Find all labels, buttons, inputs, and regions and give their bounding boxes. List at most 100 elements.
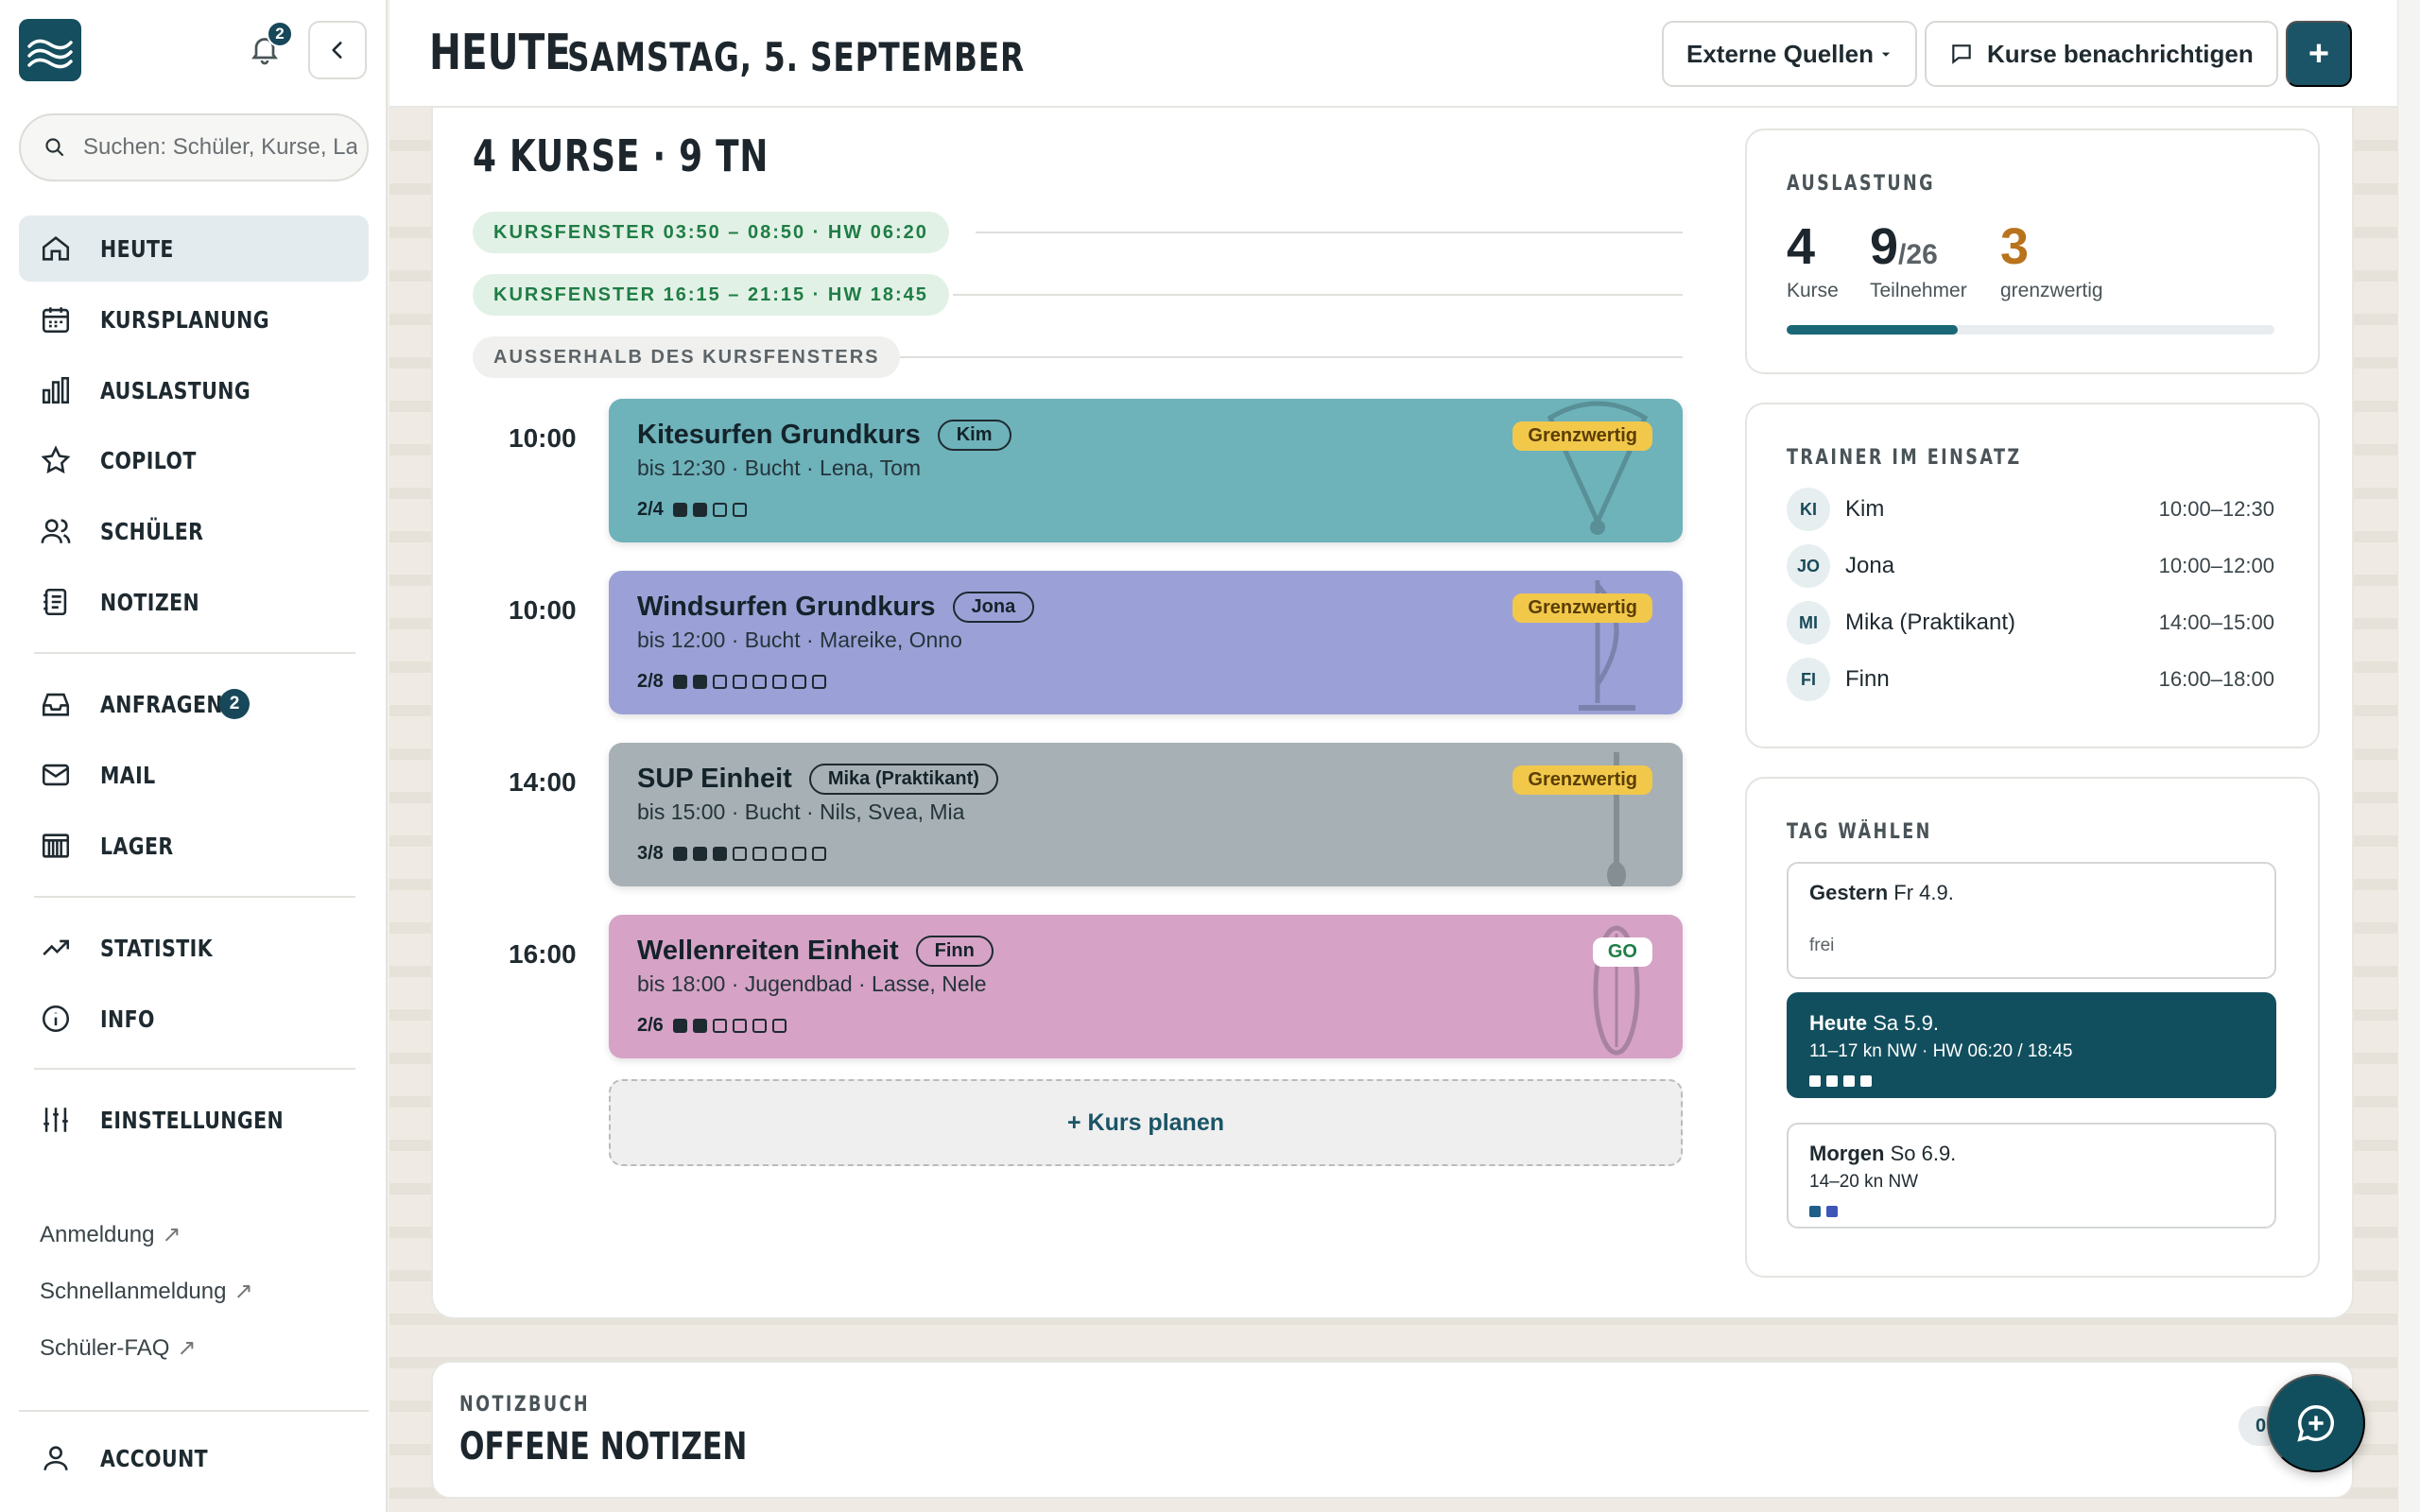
nav-item-schueler[interactable]: SCHÜLER: [19, 498, 369, 564]
seat-indicator: [752, 1019, 767, 1033]
course-start-time: 10:00: [509, 595, 577, 625]
nav-item-copilot[interactable]: COPILOT: [19, 427, 369, 493]
critical-stat: 3: [2000, 218, 2030, 275]
course-title-row: Kitesurfen Grundkurs Kim: [637, 420, 1011, 451]
kite-illustration-icon: [1531, 399, 1664, 542]
course-title-row: SUP Einheit Mika (Praktikant): [637, 764, 998, 795]
app-logo[interactable]: [19, 19, 81, 81]
seat-indicator: [791, 847, 806, 861]
trainer-row[interactable]: KI Kim 10:00–12:30: [1787, 486, 2274, 533]
course-occupancy: 2/4: [637, 499, 752, 521]
nav-item-auslastung[interactable]: AUSLASTUNG: [19, 357, 369, 423]
avatar: FI: [1787, 658, 1830, 701]
star-icon: [41, 445, 71, 474]
nav-item-anfragen[interactable]: ANFRAGEN 2: [19, 671, 369, 737]
day-info: 11–17 kn NW · HW 06:20 / 18:45: [1809, 1041, 2073, 1061]
load-label: AUSLASTUNG: [1787, 172, 1936, 196]
day-option-gestern[interactable]: Gestern Fr 4.9. frei: [1787, 862, 2276, 979]
collapse-sidebar-button[interactable]: [308, 21, 367, 79]
nav-item-info[interactable]: INFO: [19, 986, 369, 1052]
course-details: bis 18:00 · Jugendbad · Lasse, Nele: [637, 971, 987, 996]
occupancy-count: 2/6: [637, 1015, 664, 1036]
day-info: 14–20 kn NW: [1809, 1172, 1919, 1192]
day-dots: [1809, 1206, 2254, 1217]
day-dots: [1809, 1075, 2254, 1087]
trainer-row[interactable]: MI Mika (Praktikant) 14:00–15:00: [1787, 599, 2274, 646]
surf-illustration-icon: [1531, 915, 1664, 1058]
course-card[interactable]: Wellenreiten Einheit Finn bis 18:00 · Juge…: [609, 915, 1683, 1058]
trainer-tag: Finn: [915, 936, 994, 967]
sidebar-divider: [34, 652, 355, 654]
occupancy-count: 2/4: [637, 499, 664, 520]
course-card[interactable]: SUP Einheit Mika (Praktikant) bis 15:00 · …: [609, 743, 1683, 886]
external-sources-button[interactable]: Externe Quellen: [1662, 21, 1917, 87]
notify-courses-button[interactable]: Kurse benachrichtigen: [1925, 21, 2278, 87]
course-card[interactable]: Windsurfen Grundkurs Jona bis 12:00 · Buch…: [609, 571, 1683, 714]
trainer-name: Kim: [1845, 496, 1885, 522]
windsurf-illustration-icon: [1531, 571, 1664, 714]
search-input[interactable]: [83, 134, 357, 161]
participants-total: /26: [1898, 239, 1938, 270]
course-card[interactable]: Kitesurfen Grundkurs Kim bis 12:30 · Bucht…: [609, 399, 1683, 542]
link-label: Schüler-FAQ: [40, 1335, 170, 1361]
load-progress-bar: [1787, 325, 2274, 335]
day-option-morgen[interactable]: Morgen So 6.9. 14–20 kn NW: [1787, 1123, 2276, 1228]
nav-label: ACCOUNT: [100, 1444, 209, 1472]
avatar: KI: [1787, 488, 1830, 531]
seat-indicator: [712, 1019, 727, 1033]
trainers-panel: TRAINER IM EINSATZ KI Kim 10:00–12:30 JO…: [1745, 403, 2320, 748]
copilot-chat-button[interactable]: [2267, 1374, 2365, 1472]
seat-indicator: [692, 1019, 707, 1033]
seat-indicator: [672, 847, 687, 861]
waves-logo-icon: [27, 39, 73, 69]
nav-label: HEUTE: [100, 234, 174, 263]
wind-indicator: [1809, 1075, 1821, 1087]
nav-item-mail[interactable]: MAIL: [19, 742, 369, 808]
nav-item-einstellungen[interactable]: EINSTELLUNGEN: [19, 1087, 369, 1153]
day-picker-label: TAG WÄHLEN: [1787, 820, 1932, 844]
occupancy-count: 3/8: [637, 843, 664, 864]
day-option-heute[interactable]: Heute Sa 5.9. 11–17 kn NW · HW 06:20 / 18…: [1787, 992, 2276, 1098]
trainer-name: Mika (Praktikant): [1845, 610, 2016, 635]
link-anmeldung[interactable]: Anmeldung ↗: [40, 1221, 182, 1248]
courses-summary: 4 KURSE · 9 TN: [473, 130, 769, 181]
link-schueler-faq[interactable]: Schüler-FAQ ↗: [40, 1334, 197, 1362]
external-link-icon: ↗: [233, 1279, 253, 1304]
trainer-row[interactable]: JO Jona 10:00–12:00: [1787, 542, 2274, 590]
day-name: Morgen: [1809, 1142, 1885, 1165]
seat-indicator: [692, 847, 707, 861]
seat-indicator: [732, 503, 747, 517]
course-window-pill: KURSFENSTER 03:50 – 08:50 · HW 06:20: [473, 212, 949, 253]
window-line: [976, 232, 1683, 233]
sidebar-divider: [19, 1410, 369, 1412]
nav-label: SCHÜLER: [100, 517, 204, 545]
day-name: Heute: [1809, 1011, 1868, 1035]
course-name: SUP Einheit: [637, 764, 792, 794]
plan-course-button[interactable]: + Kurs planen: [609, 1079, 1683, 1166]
nav-label: ANFRAGEN: [100, 690, 223, 718]
seat-indicator: [692, 675, 707, 689]
notebook-card[interactable]: NOTIZBUCH OFFENE NOTIZEN 0: [431, 1361, 2354, 1499]
course-occupancy: 3/8: [637, 843, 832, 865]
nav-item-lager[interactable]: LAGER: [19, 813, 369, 879]
course-occupancy: 2/8: [637, 671, 832, 693]
nav-item-notizen[interactable]: NOTIZEN: [19, 569, 369, 635]
seat-indicator: [752, 675, 767, 689]
seat-indicator: [732, 675, 747, 689]
notebook-label: NOTIZBUCH: [459, 1393, 590, 1417]
nav-item-account[interactable]: ACCOUNT: [19, 1425, 369, 1491]
nav-item-heute[interactable]: HEUTE: [19, 215, 369, 282]
trainer-row[interactable]: FI Finn 16:00–18:00: [1787, 656, 2274, 703]
nav-item-kursplanung[interactable]: KURSPLANUNG: [19, 286, 369, 352]
participants-value: 9: [1870, 218, 1899, 275]
day-picker-panel: TAG WÄHLEN Gestern Fr 4.9. frei Heute Sa 5…: [1745, 777, 2320, 1278]
info-icon: [42, 1005, 70, 1033]
bar-chart-icon: [42, 376, 70, 404]
scrollbar[interactable]: [2397, 0, 2420, 1512]
link-schnellanmeldung[interactable]: Schnellanmeldung ↗: [40, 1278, 253, 1305]
add-button[interactable]: +: [2286, 21, 2352, 87]
chat-sparkle-icon: [2297, 1405, 2334, 1442]
seat-indicator: [672, 675, 687, 689]
nav-item-statistik[interactable]: STATISTIK: [19, 915, 369, 981]
trainer-name: Finn: [1845, 666, 1890, 692]
